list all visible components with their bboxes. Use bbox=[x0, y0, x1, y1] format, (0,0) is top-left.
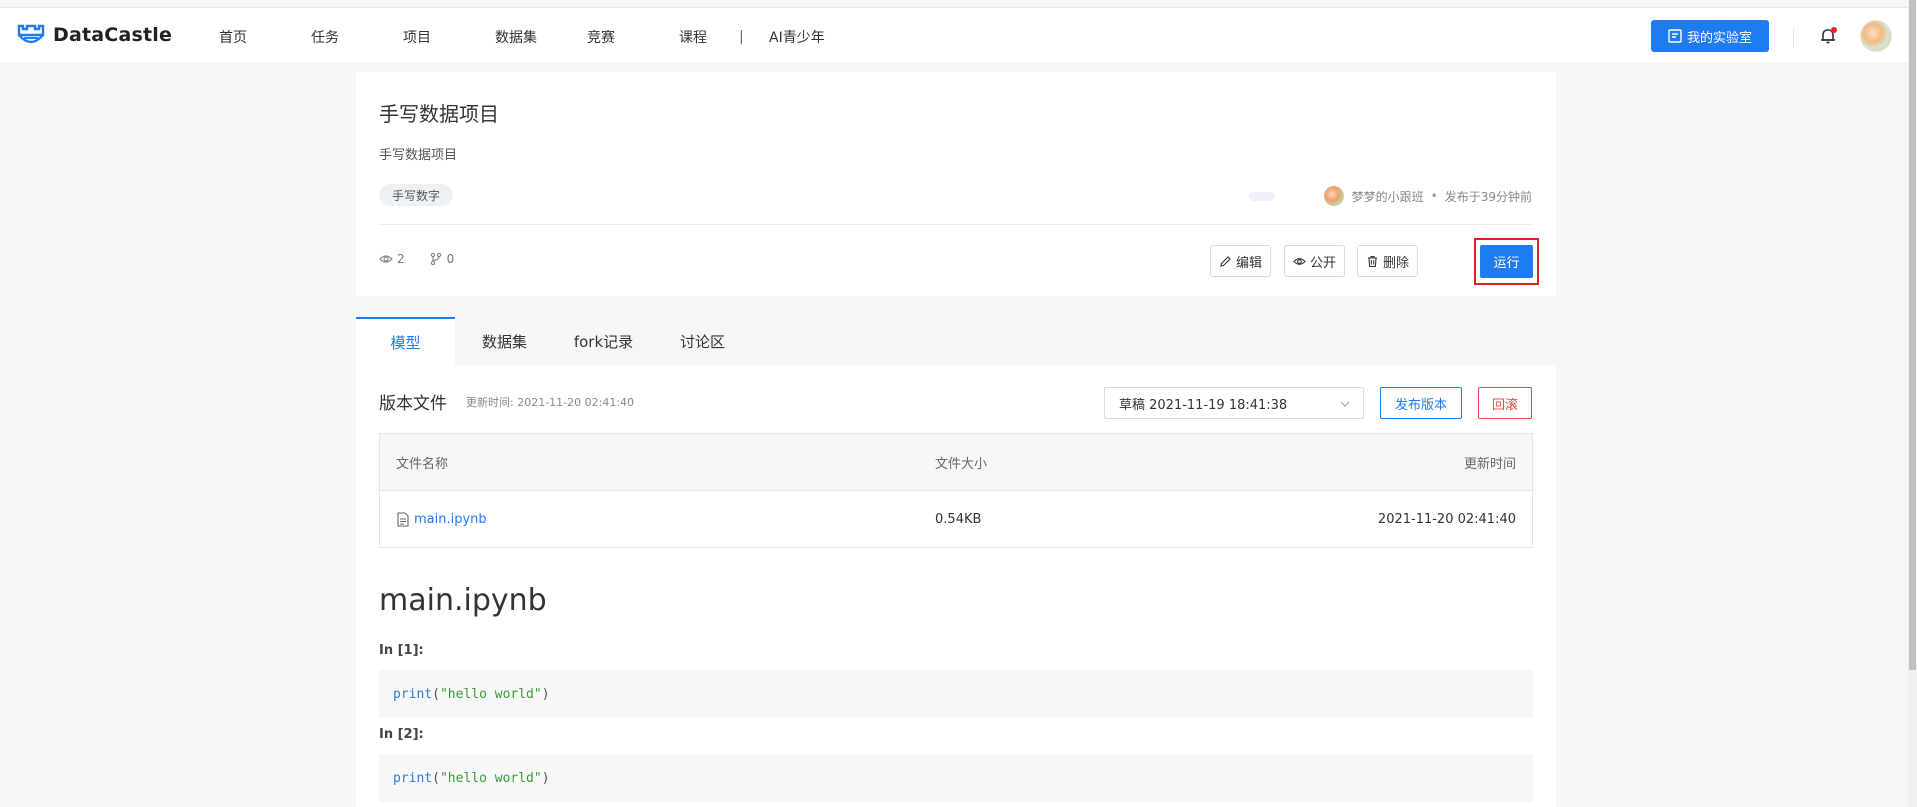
empty-badge bbox=[1249, 192, 1275, 201]
page-scrollbar[interactable] bbox=[1908, 0, 1917, 807]
header-update-time: 更新时间 bbox=[1463, 456, 1516, 472]
nav-item-tasks[interactable]: 任务 bbox=[311, 27, 403, 47]
cell-label: In [2]: bbox=[379, 727, 424, 742]
eye-icon bbox=[379, 255, 393, 263]
file-icon bbox=[397, 511, 409, 527]
code-string: "hello world" bbox=[439, 770, 542, 786]
header-divider bbox=[1793, 28, 1794, 48]
tab-model[interactable]: 模型 bbox=[356, 317, 455, 365]
code-paren-close: ) bbox=[541, 686, 550, 702]
code-string: "hello world" bbox=[439, 686, 542, 702]
file-time-cell: 2021-11-20 02:41:40 bbox=[1377, 511, 1516, 527]
view-count-value: 2 bbox=[397, 252, 405, 266]
nav-item-competitions[interactable]: 竞赛 bbox=[587, 27, 679, 47]
edit-label: 编辑 bbox=[1235, 255, 1262, 271]
notification-dot bbox=[1831, 27, 1837, 33]
tab-fork-records[interactable]: fork记录 bbox=[554, 317, 653, 365]
file-table: 文件名称 文件大小 更新时间 main.ipynb 0.54KB 2021-11… bbox=[379, 433, 1533, 548]
code-cell[interactable]: print("hello world") bbox=[379, 670, 1533, 718]
public-button[interactable]: 公开 bbox=[1284, 245, 1345, 277]
file-name-cell: main.ipynb bbox=[380, 512, 935, 527]
code-paren-open: ( bbox=[432, 770, 440, 786]
delete-button[interactable]: 删除 bbox=[1357, 245, 1418, 277]
section-title: 版本文件 bbox=[379, 394, 447, 414]
code-function: print bbox=[393, 686, 433, 702]
table-header: 文件名称 文件大小 更新时间 bbox=[380, 434, 1532, 491]
publish-version-button[interactable]: 发布版本 bbox=[1380, 387, 1462, 419]
model-panel: 版本文件 更新时间: 2021-11-20 02:41:40 草稿 2021-1… bbox=[356, 365, 1556, 807]
dot-separator: • bbox=[1430, 189, 1438, 203]
edit-button[interactable]: 编辑 bbox=[1210, 245, 1271, 277]
top-navbar: DataCastle 首页 任务 项目 数据集 竞赛 课程 | AI青少年 我的… bbox=[0, 7, 1917, 62]
run-highlight-box: 运行 bbox=[1474, 238, 1539, 285]
project-stats: 2 0 bbox=[379, 252, 478, 266]
fork-icon bbox=[430, 252, 441, 266]
castle-logo-icon bbox=[17, 24, 45, 44]
scrollbar-thumb[interactable] bbox=[1909, 0, 1916, 670]
code-paren-close: ) bbox=[541, 770, 550, 786]
my-lab-button[interactable]: 我的实验室 bbox=[1651, 20, 1769, 52]
fork-count-value: 0 bbox=[446, 252, 455, 266]
table-row: main.ipynb 0.54KB 2021-11-20 02:41:40 bbox=[380, 491, 1532, 547]
version-select-value: 草稿 2021-11-19 18:41:38 bbox=[1119, 397, 1288, 413]
header-file-size: 文件大小 bbox=[935, 456, 988, 472]
project-tag[interactable]: 手写数字 bbox=[379, 184, 454, 206]
file-link[interactable]: main.ipynb bbox=[414, 512, 487, 527]
tab-discussion[interactable]: 讨论区 bbox=[653, 317, 752, 365]
project-header-card: 手写数据项目 手写数据项目 手写数字 梦梦的小跟班 • 发布于39分钟前 2 0 bbox=[356, 72, 1556, 296]
project-tabs: 模型 数据集 fork记录 讨论区 bbox=[356, 317, 1556, 365]
delete-label: 删除 bbox=[1382, 255, 1409, 271]
pencil-icon bbox=[1220, 255, 1231, 267]
trash-icon bbox=[1367, 255, 1377, 267]
card-divider bbox=[379, 224, 1533, 225]
version-select[interactable]: 草稿 2021-11-19 18:41:38 bbox=[1104, 387, 1364, 419]
project-title: 手写数据项目 bbox=[379, 102, 499, 126]
nav-item-ai-youth[interactable]: AI青少年 bbox=[769, 27, 861, 47]
code-paren-open: ( bbox=[432, 686, 440, 702]
nav-item-projects[interactable]: 项目 bbox=[403, 27, 495, 47]
chevron-down-icon bbox=[1340, 401, 1350, 407]
author-avatar[interactable] bbox=[1323, 186, 1344, 206]
notification-bell[interactable] bbox=[1818, 26, 1838, 46]
author-name[interactable]: 梦梦的小跟班 bbox=[1352, 188, 1424, 205]
nav-item-courses[interactable]: 课程 bbox=[679, 27, 739, 47]
header-file-name: 文件名称 bbox=[396, 456, 449, 472]
main-nav: 首页 任务 项目 数据集 竞赛 课程 | AI青少年 bbox=[219, 27, 861, 47]
author-info: 梦梦的小跟班 • 发布于39分钟前 bbox=[1323, 186, 1532, 206]
rollback-button[interactable]: 回滚 bbox=[1478, 387, 1532, 419]
brand-logo[interactable]: DataCastle bbox=[17, 21, 172, 49]
cell-label: In [1]: bbox=[379, 643, 424, 658]
tab-datasets[interactable]: 数据集 bbox=[455, 317, 554, 365]
my-lab-label: 我的实验室 bbox=[1686, 30, 1752, 46]
nav-item-datasets[interactable]: 数据集 bbox=[495, 27, 587, 47]
run-button[interactable]: 运行 bbox=[1480, 245, 1533, 278]
brand-name: DataCastle bbox=[53, 24, 173, 46]
lab-icon bbox=[1668, 29, 1682, 43]
code-cell[interactable]: print("hello world") bbox=[379, 754, 1533, 802]
published-time: 发布于39分钟前 bbox=[1444, 189, 1532, 204]
project-description: 手写数据项目 bbox=[379, 148, 458, 163]
view-count: 2 bbox=[379, 252, 405, 266]
public-label: 公开 bbox=[1309, 255, 1336, 271]
eye-icon bbox=[1293, 257, 1306, 265]
nav-separator: | bbox=[739, 29, 744, 45]
file-size-cell: 0.54KB bbox=[935, 511, 982, 527]
notebook-title: main.ipynb bbox=[379, 583, 547, 618]
fork-count: 0 bbox=[429, 252, 455, 266]
code-function: print bbox=[393, 770, 433, 786]
user-avatar[interactable] bbox=[1860, 20, 1892, 52]
updated-time: 更新时间: 2021-11-20 02:41:40 bbox=[466, 396, 635, 409]
nav-item-home[interactable]: 首页 bbox=[219, 27, 311, 47]
